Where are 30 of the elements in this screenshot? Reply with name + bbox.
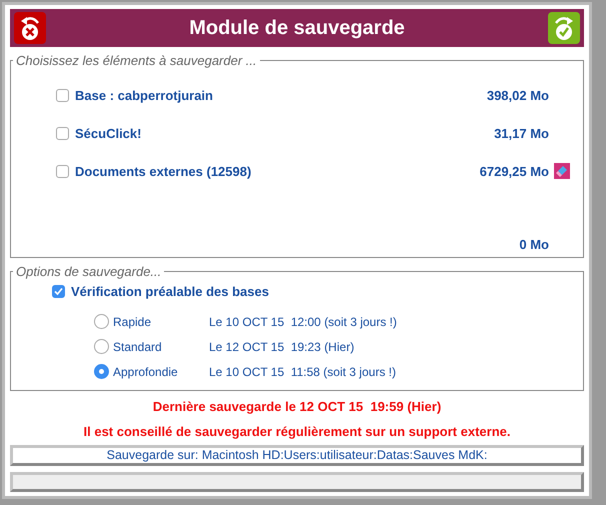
item-label: SécuClick!	[75, 126, 142, 140]
destination-path: Sauvegarde sur: Macintosh HD:Users:utilisateur:Datas:Sauves MdK:	[10, 445, 584, 466]
checkbox[interactable]	[56, 126, 69, 140]
radio-button[interactable]	[94, 364, 109, 379]
mode-label: Approfondie	[113, 364, 179, 378]
checkbox[interactable]	[56, 88, 69, 102]
option-label: Vérification préalable des bases	[71, 284, 270, 298]
mode-date: Le 12 OCT 15 19:23 (Hier)	[209, 340, 354, 354]
checkbox[interactable]	[56, 164, 69, 178]
radio-button[interactable]	[94, 314, 109, 329]
total-size: 0 Mo	[518, 237, 549, 252]
mode-label: Rapide	[113, 314, 152, 328]
window-title: Module de sauvegarde	[189, 16, 405, 40]
mode-date: Le 10 OCT 15 11:58 (soit 3 jours !)	[209, 364, 396, 378]
checkbox[interactable]	[52, 284, 65, 298]
section-legend: Choisissez les éléments à sauvegarder ...	[13, 53, 260, 68]
warning-text: Il est conseillé de sauvegarder régulièrement sur un support externe.	[82, 424, 512, 439]
warning-text: Dernière sauvegarde le 12 OCT 15 19:59 (Hier)	[152, 399, 442, 414]
item-size: 6729,25 Mo	[478, 164, 549, 178]
cancel-button[interactable]	[14, 12, 46, 44]
section-legend: Options de sauvegarde...	[13, 264, 164, 279]
item-label: Base : cabperrotjurain	[75, 88, 214, 102]
mode-date: Le 10 OCT 15 12:00 (soit 3 jours !)	[209, 314, 397, 328]
mode-label: Standard	[113, 340, 163, 354]
radio-button[interactable]	[94, 339, 109, 354]
item-label: Documents externes (12598)	[75, 164, 252, 178]
confirm-button[interactable]	[548, 12, 580, 44]
eraser-icon[interactable]	[554, 163, 570, 179]
item-size: 398,02 Mo	[486, 88, 549, 102]
item-size: 31,17 Mo	[493, 126, 549, 140]
